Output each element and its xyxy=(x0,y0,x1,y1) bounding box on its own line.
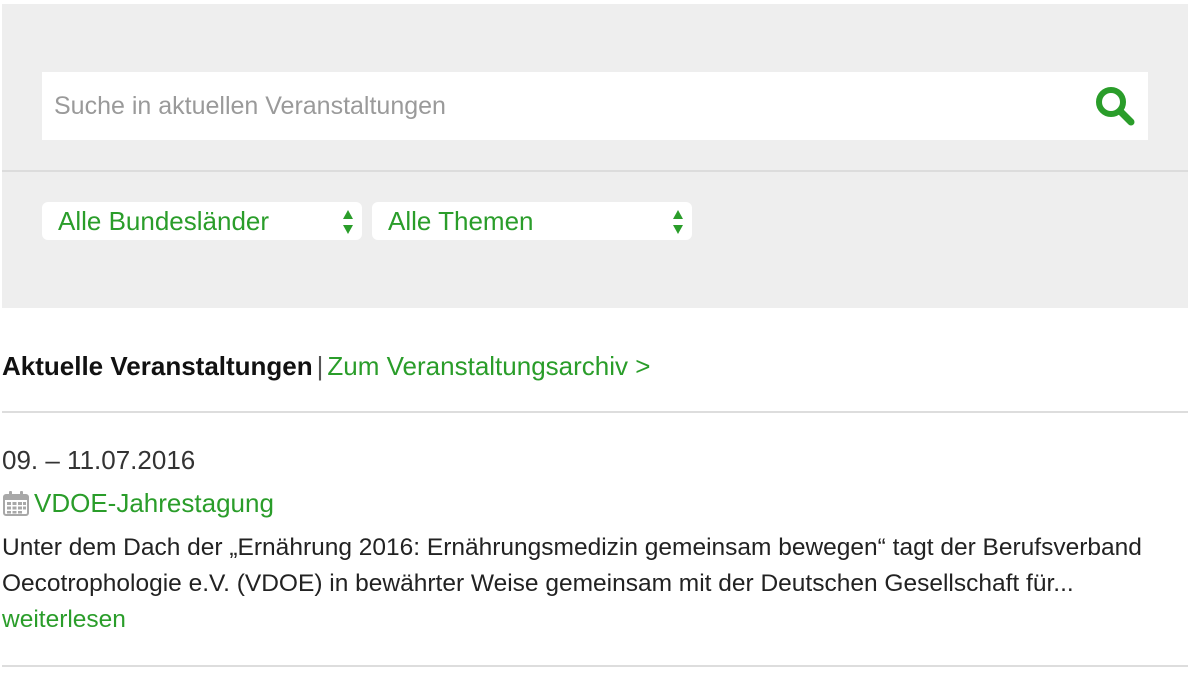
search-box xyxy=(42,72,1148,140)
event-teaser: Unter dem Dach der „Ernährung 2016: Ernä… xyxy=(2,530,1192,638)
divider xyxy=(2,665,1188,667)
calendar-icon xyxy=(2,489,30,517)
event-teaser-text: Unter dem Dach der „Ernährung 2016: Ernä… xyxy=(2,534,1142,597)
select-arrows-icon xyxy=(343,210,353,234)
panel-divider xyxy=(2,170,1188,172)
bundeslaender-selected-value: Alle Bundesländer xyxy=(58,206,270,236)
divider xyxy=(2,411,1188,413)
event-title-link[interactable]: VDOE-Jahrestagung xyxy=(34,486,274,520)
select-arrows-icon xyxy=(673,210,683,234)
event-date: 09. – 11.07.2016 xyxy=(2,445,196,475)
archive-link[interactable]: Zum Veranstaltungsarchiv > xyxy=(327,351,650,381)
themen-select[interactable]: Alle Themen xyxy=(372,202,692,240)
filter-panel: Alle Bundesländer Alle Themen xyxy=(2,4,1188,308)
heading-separator: | xyxy=(316,351,324,381)
read-more-link[interactable]: weiterlesen xyxy=(2,606,126,633)
search-icon xyxy=(1096,87,1135,126)
bundeslaender-select[interactable]: Alle Bundesländer xyxy=(42,202,362,240)
event-title-row: VDOE-Jahrestagung xyxy=(2,486,274,520)
themen-selected-value: Alle Themen xyxy=(388,206,534,236)
search-button[interactable] xyxy=(1092,84,1138,128)
listing-heading-row: Aktuelle Veranstaltungen | Zum Veranstaltu… xyxy=(2,348,650,384)
search-input[interactable] xyxy=(42,72,1072,140)
listing-heading: Aktuelle Veranstaltungen xyxy=(2,351,313,381)
